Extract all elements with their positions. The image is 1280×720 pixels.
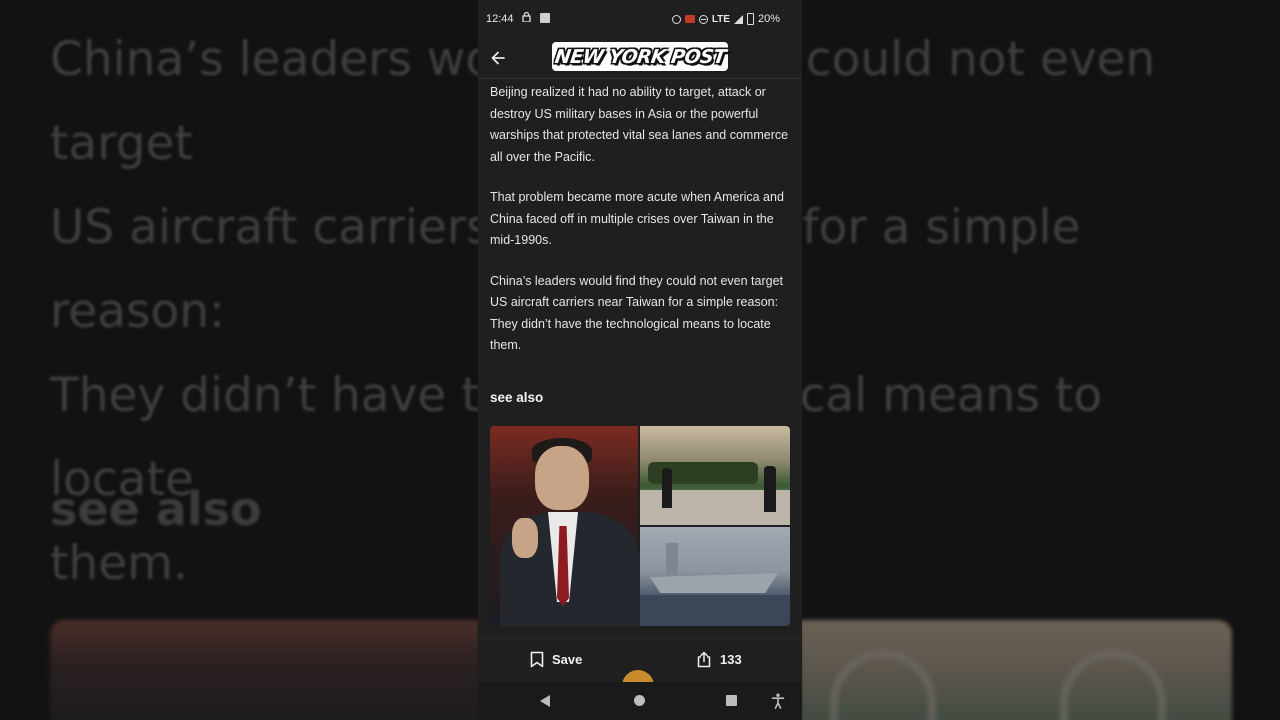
article-paragraph: Beijing realized it had no ability to ta… — [490, 85, 789, 164]
photo-hand-shape — [512, 518, 538, 558]
cast-off-icon — [684, 15, 695, 23]
status-icons: LTE 20% — [671, 13, 780, 25]
xi-jinping-photo — [490, 426, 640, 626]
see-also-heading: see also — [490, 390, 544, 405]
photo-sea-shape — [640, 595, 790, 626]
background-image-left — [50, 620, 480, 720]
save-label: Save — [552, 652, 583, 667]
battery-level: 20% — [757, 13, 780, 25]
share-button[interactable]: 133 — [696, 651, 742, 668]
photo-head-shape — [535, 446, 589, 510]
photo-ship-shape — [650, 573, 778, 593]
battery-icon — [746, 13, 754, 25]
nav-back-icon[interactable] — [540, 695, 550, 707]
network-type: LTE — [711, 13, 730, 25]
alarm-icon — [671, 14, 681, 24]
do-not-disturb-icon — [698, 14, 708, 24]
system-navigation-bar — [478, 682, 802, 720]
photo-ship-tower-shape — [666, 543, 678, 575]
nav-home-icon[interactable] — [634, 695, 645, 706]
app-notification-icon — [540, 13, 550, 23]
back-arrow-icon[interactable] — [488, 48, 508, 68]
share-count: 133 — [720, 652, 742, 667]
phone-screen: 12:44 LTE 20% NEW YORK POST Beijing real… — [478, 0, 802, 720]
photo-figure-shape — [662, 468, 672, 508]
lock-icon — [522, 12, 531, 22]
bookmark-icon — [530, 651, 544, 668]
article-paragraph: China’s leaders would find they could no… — [490, 273, 784, 353]
share-icon — [697, 651, 711, 668]
photo-figure-shape — [764, 466, 776, 512]
missile-launcher-photo — [640, 426, 790, 525]
see-also-card[interactable] — [490, 426, 790, 626]
logo-text: NEW YORK POST — [553, 45, 727, 68]
status-bar: 12:44 LTE 20% — [478, 0, 802, 38]
background-see-also: see also — [50, 482, 262, 536]
background-image-right — [800, 620, 1232, 720]
article-body: Beijing realized it had no ability to ta… — [490, 82, 792, 376]
article-paragraph: That problem became more acute when Amer… — [490, 190, 784, 247]
new-york-post-logo[interactable]: NEW YORK POST — [552, 42, 728, 71]
app-bar: NEW YORK POST — [478, 38, 802, 79]
save-button[interactable]: Save — [530, 651, 582, 668]
accessibility-icon[interactable] — [771, 693, 785, 709]
nav-recents-icon[interactable] — [726, 695, 737, 706]
status-time: 12:44 — [486, 13, 514, 25]
signal-icon — [733, 14, 743, 24]
aircraft-carrier-photo — [640, 527, 790, 626]
